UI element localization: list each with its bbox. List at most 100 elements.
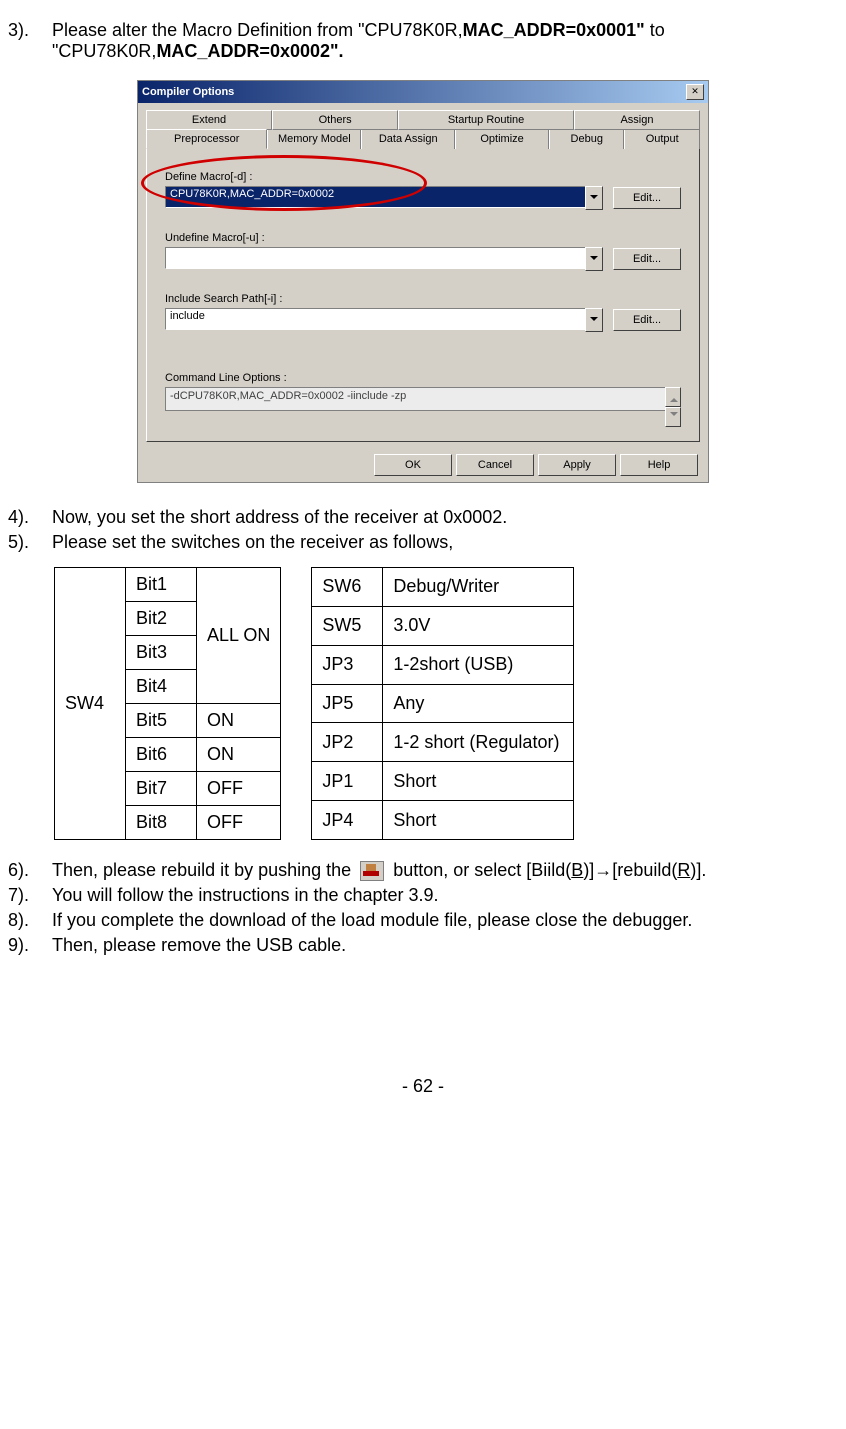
define-macro-combo[interactable]: CPU78K0R,MAC_ADDR=0x0002 xyxy=(165,186,603,210)
step-8: 8). If you complete the download of the … xyxy=(8,910,838,931)
table-cell: Short xyxy=(383,762,574,801)
step-3-num: 3). xyxy=(8,20,52,62)
step-7: 7). You will follow the instructions in … xyxy=(8,885,838,906)
text: )]→[rebuild( xyxy=(583,860,677,880)
sw4-allon: ALL ON xyxy=(197,568,281,704)
edit-button-include[interactable]: Edit... xyxy=(613,309,681,331)
cancel-button[interactable]: Cancel xyxy=(456,454,534,476)
tab-startup[interactable]: Startup Routine xyxy=(398,110,574,130)
sw4-head: SW4 xyxy=(55,568,126,840)
text: Please alter the Macro Definition from "… xyxy=(52,20,463,40)
dialog-title: Compiler Options xyxy=(142,86,686,98)
compiler-options-dialog: Compiler Options ✕ Extend Others Startup… xyxy=(137,80,709,483)
undefine-macro-input[interactable] xyxy=(165,247,585,269)
step-4: 4). Now, you set the short address of th… xyxy=(8,507,838,528)
tab-extend[interactable]: Extend xyxy=(146,110,272,130)
chevron-down-icon[interactable] xyxy=(585,186,603,210)
ok-button[interactable]: OK xyxy=(374,454,452,476)
titlebar: Compiler Options ✕ xyxy=(138,81,708,103)
command-line-field: Command Line Options : -dCPU78K0R,MAC_AD… xyxy=(165,372,681,427)
table-cell: 1-2 short (Regulator) xyxy=(383,723,574,762)
step-5: 5). Please set the switches on the recei… xyxy=(8,532,838,553)
table-cell: Short xyxy=(383,801,574,840)
define-macro-label: Define Macro[-d] : xyxy=(165,171,681,183)
table-cell: Bit7 xyxy=(126,772,197,806)
table-cell: ON xyxy=(197,738,281,772)
include-path-combo[interactable]: include xyxy=(165,308,603,332)
step-9-text: Then, please remove the USB cable. xyxy=(52,935,838,956)
scroll-up-icon[interactable] xyxy=(665,387,681,407)
step-7-text: You will follow the instructions in the … xyxy=(52,885,838,906)
table-cell: JP3 xyxy=(312,645,383,684)
tab-output[interactable]: Output xyxy=(624,129,699,149)
table-cell: ON xyxy=(197,704,281,738)
define-macro-field: Define Macro[-d] : CPU78K0R,MAC_ADDR=0x0… xyxy=(165,171,681,210)
text: )]. xyxy=(690,860,706,880)
table-cell: 3.0V xyxy=(383,606,574,645)
bold-text: MAC_ADDR=0x0002". xyxy=(156,41,343,61)
sw4-table: SW4Bit1ALL ON Bit2 Bit3 Bit4 Bit5ON Bit6… xyxy=(54,567,281,840)
step-8-num: 8). xyxy=(8,910,52,931)
dialog-screenshot: Compiler Options ✕ Extend Others Startup… xyxy=(8,80,838,483)
page-number: - 62 - xyxy=(8,1076,838,1097)
tab-data-assign[interactable]: Data Assign xyxy=(361,129,455,149)
button-row: OK Cancel Apply Help xyxy=(138,448,708,482)
include-path-input[interactable]: include xyxy=(165,308,585,330)
undefine-macro-field: Undefine Macro[-u] : Edit... xyxy=(165,232,681,271)
step-3-text: Please alter the Macro Definition from "… xyxy=(52,20,838,62)
chevron-down-icon[interactable] xyxy=(585,308,603,332)
include-path-label: Include Search Path[-i] : xyxy=(165,293,681,305)
table-cell: JP4 xyxy=(312,801,383,840)
table-cell: 1-2short (USB) xyxy=(383,645,574,684)
tab-others[interactable]: Others xyxy=(272,110,398,130)
table-cell: Bit3 xyxy=(126,636,197,670)
define-macro-input[interactable]: CPU78K0R,MAC_ADDR=0x0002 xyxy=(165,186,585,208)
step-4-num: 4). xyxy=(8,507,52,528)
undefine-macro-combo[interactable] xyxy=(165,247,603,271)
step-4-text: Now, you set the short address of the re… xyxy=(52,507,838,528)
edit-button-define[interactable]: Edit... xyxy=(613,187,681,209)
table-cell: OFF xyxy=(197,772,281,806)
table-cell: SW5 xyxy=(312,606,383,645)
step-6-text: Then, please rebuild it by pushing the b… xyxy=(52,860,838,881)
apply-button[interactable]: Apply xyxy=(538,454,616,476)
scroll-down-icon[interactable] xyxy=(665,407,681,427)
undefine-macro-label: Undefine Macro[-u] : xyxy=(165,232,681,244)
table-cell: Bit2 xyxy=(126,602,197,636)
scrollbar[interactable] xyxy=(665,387,681,427)
table-cell: Bit4 xyxy=(126,670,197,704)
text: Then, please rebuild it by pushing the xyxy=(52,860,356,880)
step-7-num: 7). xyxy=(8,885,52,906)
switch-tables: SW4Bit1ALL ON Bit2 Bit3 Bit4 Bit5ON Bit6… xyxy=(54,567,838,840)
table-cell: OFF xyxy=(197,806,281,840)
step-6-num: 6). xyxy=(8,860,52,881)
table-cell: JP5 xyxy=(312,684,383,723)
step-8-text: If you complete the download of the load… xyxy=(52,910,838,931)
help-button[interactable]: Help xyxy=(620,454,698,476)
close-icon[interactable]: ✕ xyxy=(686,84,704,100)
rebuild-icon xyxy=(360,861,384,881)
command-line-label: Command Line Options : xyxy=(165,372,681,384)
chevron-down-icon[interactable] xyxy=(585,247,603,271)
table-cell: Any xyxy=(383,684,574,723)
tab-optimize[interactable]: Optimize xyxy=(455,129,549,149)
table-cell: JP2 xyxy=(312,723,383,762)
tab-preprocessor[interactable]: Preprocessor xyxy=(146,129,267,149)
step-6: 6). Then, please rebuild it by pushing t… xyxy=(8,860,838,881)
text: button, or select [Biild( xyxy=(388,860,571,880)
table-cell: JP1 xyxy=(312,762,383,801)
tab-memory[interactable]: Memory Model xyxy=(267,129,361,149)
edit-button-undefine[interactable]: Edit... xyxy=(613,248,681,270)
underline-text: B xyxy=(571,860,583,880)
table-cell: Bit8 xyxy=(126,806,197,840)
table-cell: Bit5 xyxy=(126,704,197,738)
jumper-table: SW6Debug/Writer SW53.0V JP31-2short (USB… xyxy=(311,567,574,840)
step-9-num: 9). xyxy=(8,935,52,956)
bold-text: MAC_ADDR=0x0001" xyxy=(463,20,645,40)
tab-assign[interactable]: Assign xyxy=(574,110,700,130)
tab-debug[interactable]: Debug xyxy=(549,129,624,149)
command-line-text: -dCPU78K0R,MAC_ADDR=0x0002 -iinclude -zp xyxy=(165,387,665,411)
panel: Define Macro[-d] : CPU78K0R,MAC_ADDR=0x0… xyxy=(146,149,700,442)
tabs: Extend Others Startup Routine Assign Pre… xyxy=(146,109,700,149)
step-3: 3). Please alter the Macro Definition fr… xyxy=(8,20,838,62)
